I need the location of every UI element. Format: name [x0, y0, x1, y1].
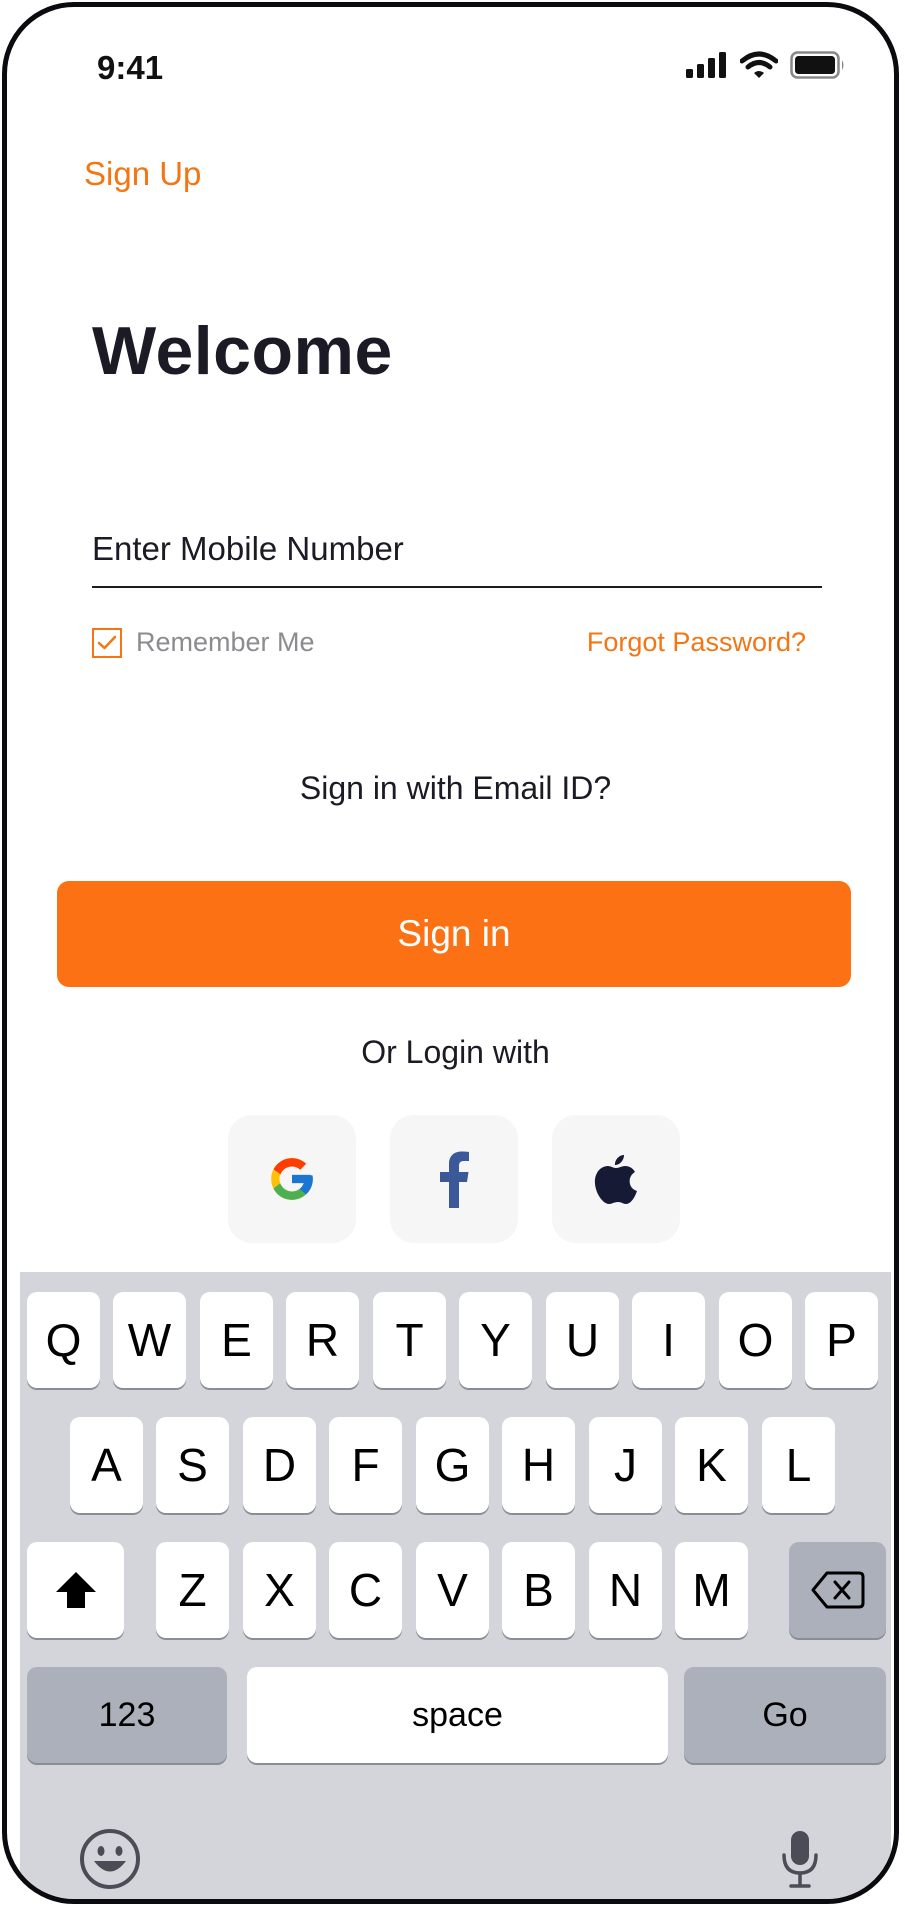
remember-me[interactable]: Remember Me: [92, 627, 315, 658]
keyboard: Q W E R T Y U I O P A S D F G H J K L Z …: [20, 1272, 891, 1899]
key-g[interactable]: G: [416, 1417, 489, 1513]
numbers-key[interactable]: 123: [27, 1667, 227, 1763]
emoji-icon: [80, 1829, 140, 1889]
key-a[interactable]: A: [70, 1417, 143, 1513]
key-h[interactable]: H: [502, 1417, 575, 1513]
go-key[interactable]: Go: [684, 1667, 886, 1763]
emoji-button[interactable]: [78, 1827, 142, 1891]
or-login-label: Or Login with: [361, 1034, 550, 1070]
key-d[interactable]: D: [243, 1417, 316, 1513]
dictation-button[interactable]: [775, 1827, 825, 1891]
sign-up-link[interactable]: Sign Up: [84, 155, 201, 193]
space-key[interactable]: space: [247, 1667, 668, 1763]
google-icon: [271, 1158, 313, 1200]
key-c[interactable]: C: [329, 1542, 402, 1638]
key-p[interactable]: P: [805, 1292, 878, 1388]
key-f[interactable]: F: [329, 1417, 402, 1513]
battery-icon: [790, 51, 846, 84]
key-w[interactable]: W: [113, 1292, 186, 1388]
sign-in-button[interactable]: Sign in: [57, 881, 851, 987]
key-j[interactable]: J: [589, 1417, 662, 1513]
status-icons: [686, 51, 846, 84]
key-z[interactable]: Z: [156, 1542, 229, 1638]
key-i[interactable]: I: [632, 1292, 705, 1388]
mobile-number-input[interactable]: [92, 512, 822, 588]
shift-key[interactable]: [27, 1542, 124, 1638]
checkmark-icon: [97, 635, 117, 649]
shift-icon: [55, 1572, 96, 1608]
key-v[interactable]: V: [416, 1542, 489, 1638]
facebook-login-button[interactable]: [390, 1115, 518, 1243]
status-time: 9:41: [97, 49, 164, 86]
microphone-icon: [782, 1831, 818, 1888]
backspace-key[interactable]: [789, 1542, 886, 1638]
key-m[interactable]: M: [675, 1542, 748, 1638]
key-r[interactable]: R: [286, 1292, 359, 1388]
forgot-password-link[interactable]: Forgot Password?: [587, 627, 806, 658]
key-n[interactable]: N: [589, 1542, 662, 1638]
key-k[interactable]: K: [675, 1417, 748, 1513]
key-l[interactable]: L: [762, 1417, 835, 1513]
key-b[interactable]: B: [502, 1542, 575, 1638]
key-o[interactable]: O: [719, 1292, 792, 1388]
key-q[interactable]: Q: [27, 1292, 100, 1388]
remember-me-label: Remember Me: [136, 627, 315, 657]
remember-me-checkbox[interactable]: [92, 627, 122, 658]
key-s[interactable]: S: [156, 1417, 229, 1513]
wifi-icon: [739, 51, 779, 84]
key-x[interactable]: X: [243, 1542, 316, 1638]
page-title: Welcome: [92, 313, 393, 389]
apple-icon: [594, 1155, 637, 1204]
backspace-icon: [811, 1571, 864, 1609]
key-y[interactable]: Y: [459, 1292, 532, 1388]
key-u[interactable]: U: [546, 1292, 619, 1388]
phone-frame: 9:41 Sign Up Welcome Enter Mobile Number…: [2, 2, 899, 1904]
key-t[interactable]: T: [373, 1292, 446, 1388]
cellular-signal-icon: [686, 52, 728, 83]
key-e[interactable]: E: [200, 1292, 273, 1388]
google-login-button[interactable]: [228, 1115, 356, 1243]
apple-login-button[interactable]: [552, 1115, 680, 1243]
email-signin-link[interactable]: Sign in with Email ID?: [7, 770, 894, 807]
facebook-icon: [440, 1151, 469, 1208]
